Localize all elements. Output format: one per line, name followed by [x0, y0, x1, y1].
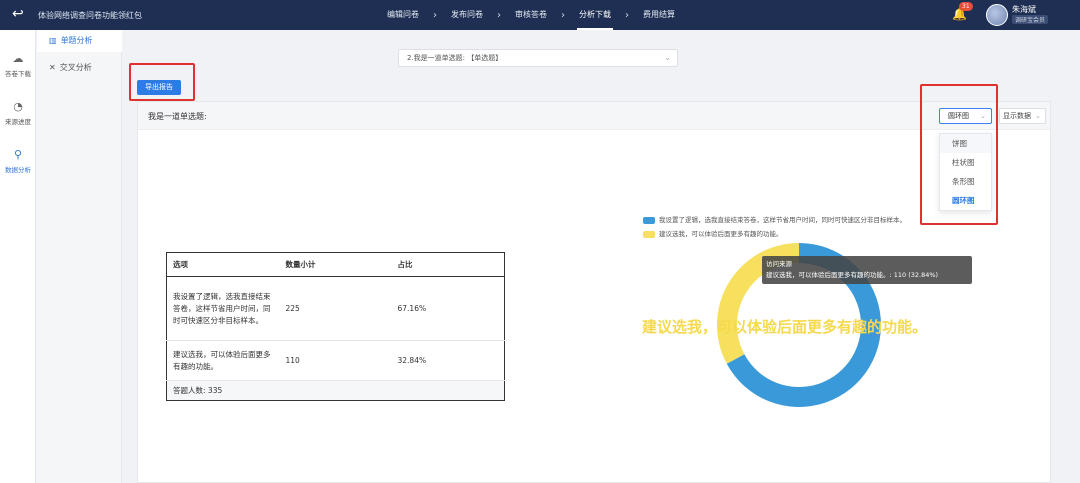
- tooltip-title: 访问来源: [766, 260, 792, 268]
- export-report-button[interactable]: 导出报告: [137, 80, 181, 95]
- magnifier-icon: ⚲: [13, 148, 23, 161]
- respondent-count-label: 答题人数:: [173, 386, 206, 395]
- panel-title: 我是一道单选题:: [148, 112, 207, 121]
- table-header-row: 选项 数量小计 占比: [166, 252, 505, 277]
- nav-item-download[interactable]: ☁ 答卷下载: [0, 52, 36, 78]
- legend-swatch: [643, 230, 655, 238]
- step-navigation: 编辑问卷 › 发布问卷 › 审核答卷 › 分析下载 › 费用结算: [383, 0, 679, 30]
- respondent-count-value: 335: [207, 386, 223, 395]
- count-cell: 110: [279, 340, 392, 381]
- user-name[interactable]: 朱海斌: [1012, 4, 1036, 15]
- table-row: 我设置了逻辑，选我直接结束答卷，这样节省用户时间，同时可快速区分非目标样本。 2…: [166, 276, 505, 341]
- subnav-item-label: 单题分析: [60, 36, 93, 45]
- question-panel: 我是一道单选题: 圆环图 ⌄ 显示数据 ⌄ 饼图 柱状图 条形图 圆环图 选项 …: [137, 101, 1051, 483]
- subnav-item-single[interactable]: ▥ 单题分析: [37, 30, 122, 52]
- show-data-value: 显示数据: [1003, 112, 1031, 120]
- chevron-right-icon: ›: [433, 9, 437, 21]
- user-membership-badge: 调研宝会员: [1012, 15, 1049, 24]
- column-header: 数量小计: [279, 252, 392, 277]
- notification-badge: 31: [959, 2, 973, 11]
- cross-icon: ✕: [49, 63, 56, 72]
- top-bar: ↩ 体验网络调查问卷功能领红包 编辑问卷 › 发布问卷 › 审核答卷 › 分析下…: [0, 0, 1080, 30]
- survey-title: 体验网络调查问卷功能领红包: [38, 11, 142, 20]
- option-cell: 我设置了逻辑，选我直接结束答卷，这样节省用户时间，同时可快速区分非目标样本。: [166, 276, 280, 341]
- legend-item[interactable]: 我设置了逻辑，选我直接结束答卷，这样节省用户时间，同时可快速区分非目标样本。: [643, 214, 906, 224]
- nav-item-data-analysis[interactable]: ⚲ 数据分析: [0, 148, 36, 174]
- table-footer-row: 答题人数: 335: [166, 380, 505, 401]
- legend-item[interactable]: 建议选我，可以体验后面更多有趣的功能。: [643, 228, 783, 238]
- tooltip-text: 建议选我，可以体验后面更多有趣的功能。: 110 (32.84%): [766, 271, 939, 279]
- option-cell: 建议选我，可以体验后面更多有趣的功能。: [166, 340, 280, 381]
- donut-slice-label: 建议选我，可以体验后面更多有趣的功能。: [642, 318, 928, 336]
- step-edit[interactable]: 编辑问卷: [383, 0, 423, 30]
- chart-tooltip: 访问来源 建议选我，可以体验后面更多有趣的功能。: 110 (32.84%): [762, 256, 972, 284]
- respondent-count: 答题人数: 335: [166, 380, 505, 401]
- analysis-subnav: ▥ 单题分析 ✕ 交叉分析: [37, 30, 122, 483]
- step-analyze[interactable]: 分析下载: [575, 0, 615, 30]
- back-arrow-icon[interactable]: ↩: [12, 6, 24, 22]
- pie-progress-icon: ◔: [13, 100, 23, 113]
- highlight-box: [920, 84, 998, 225]
- avatar[interactable]: [986, 4, 1008, 26]
- column-header: 选项: [166, 252, 280, 277]
- nav-item-source-progress[interactable]: ◔ 来源进度: [0, 100, 36, 126]
- question-select-value: 2.我是一道单选题: 【单选题】: [407, 54, 503, 62]
- step-review[interactable]: 审核答卷: [511, 0, 551, 30]
- chevron-down-icon: ⌄: [664, 53, 671, 62]
- bar-chart-icon: ▥: [49, 36, 57, 45]
- step-billing[interactable]: 费用结算: [639, 0, 679, 30]
- chevron-right-icon: ›: [625, 9, 629, 21]
- show-data-select[interactable]: 显示数据 ⌄: [999, 108, 1046, 124]
- table-row: 建议选我，可以体验后面更多有趣的功能。 110 32.84%: [166, 340, 505, 381]
- chevron-right-icon: ›: [497, 9, 501, 21]
- cloud-download-icon: ☁: [12, 52, 24, 65]
- legend-label: 建议选我，可以体验后面更多有趣的功能。: [659, 230, 783, 238]
- stats-table: 选项 数量小计 占比 我设置了逻辑，选我直接结束答卷，这样节省用户时间，同时可快…: [166, 252, 505, 401]
- subnav-item-cross[interactable]: ✕ 交叉分析: [37, 57, 122, 79]
- subnav-item-label: 交叉分析: [59, 63, 92, 72]
- chevron-right-icon: ›: [561, 9, 565, 21]
- column-header: 占比: [391, 252, 505, 277]
- nav-item-label: 答卷下载: [5, 70, 31, 78]
- count-cell: 225: [279, 276, 392, 341]
- legend-swatch: [643, 216, 655, 224]
- chevron-down-icon: ⌄: [1035, 112, 1041, 120]
- percent-cell: 32.84%: [391, 340, 505, 381]
- percent-cell: 67.16%: [391, 276, 505, 341]
- left-nav: ☁ 答卷下载 ◔ 来源进度 ⚲ 数据分析: [0, 30, 36, 483]
- nav-item-label: 数据分析: [5, 166, 31, 174]
- nav-item-label: 来源进度: [5, 118, 31, 126]
- step-publish[interactable]: 发布问卷: [447, 0, 487, 30]
- question-select[interactable]: 2.我是一道单选题: 【单选题】 ⌄: [398, 49, 678, 67]
- legend-label: 我设置了逻辑，选我直接结束答卷，这样节省用户时间，同时可快速区分非目标样本。: [659, 216, 906, 224]
- panel-header: 我是一道单选题: 圆环图 ⌄ 显示数据 ⌄: [138, 102, 1050, 130]
